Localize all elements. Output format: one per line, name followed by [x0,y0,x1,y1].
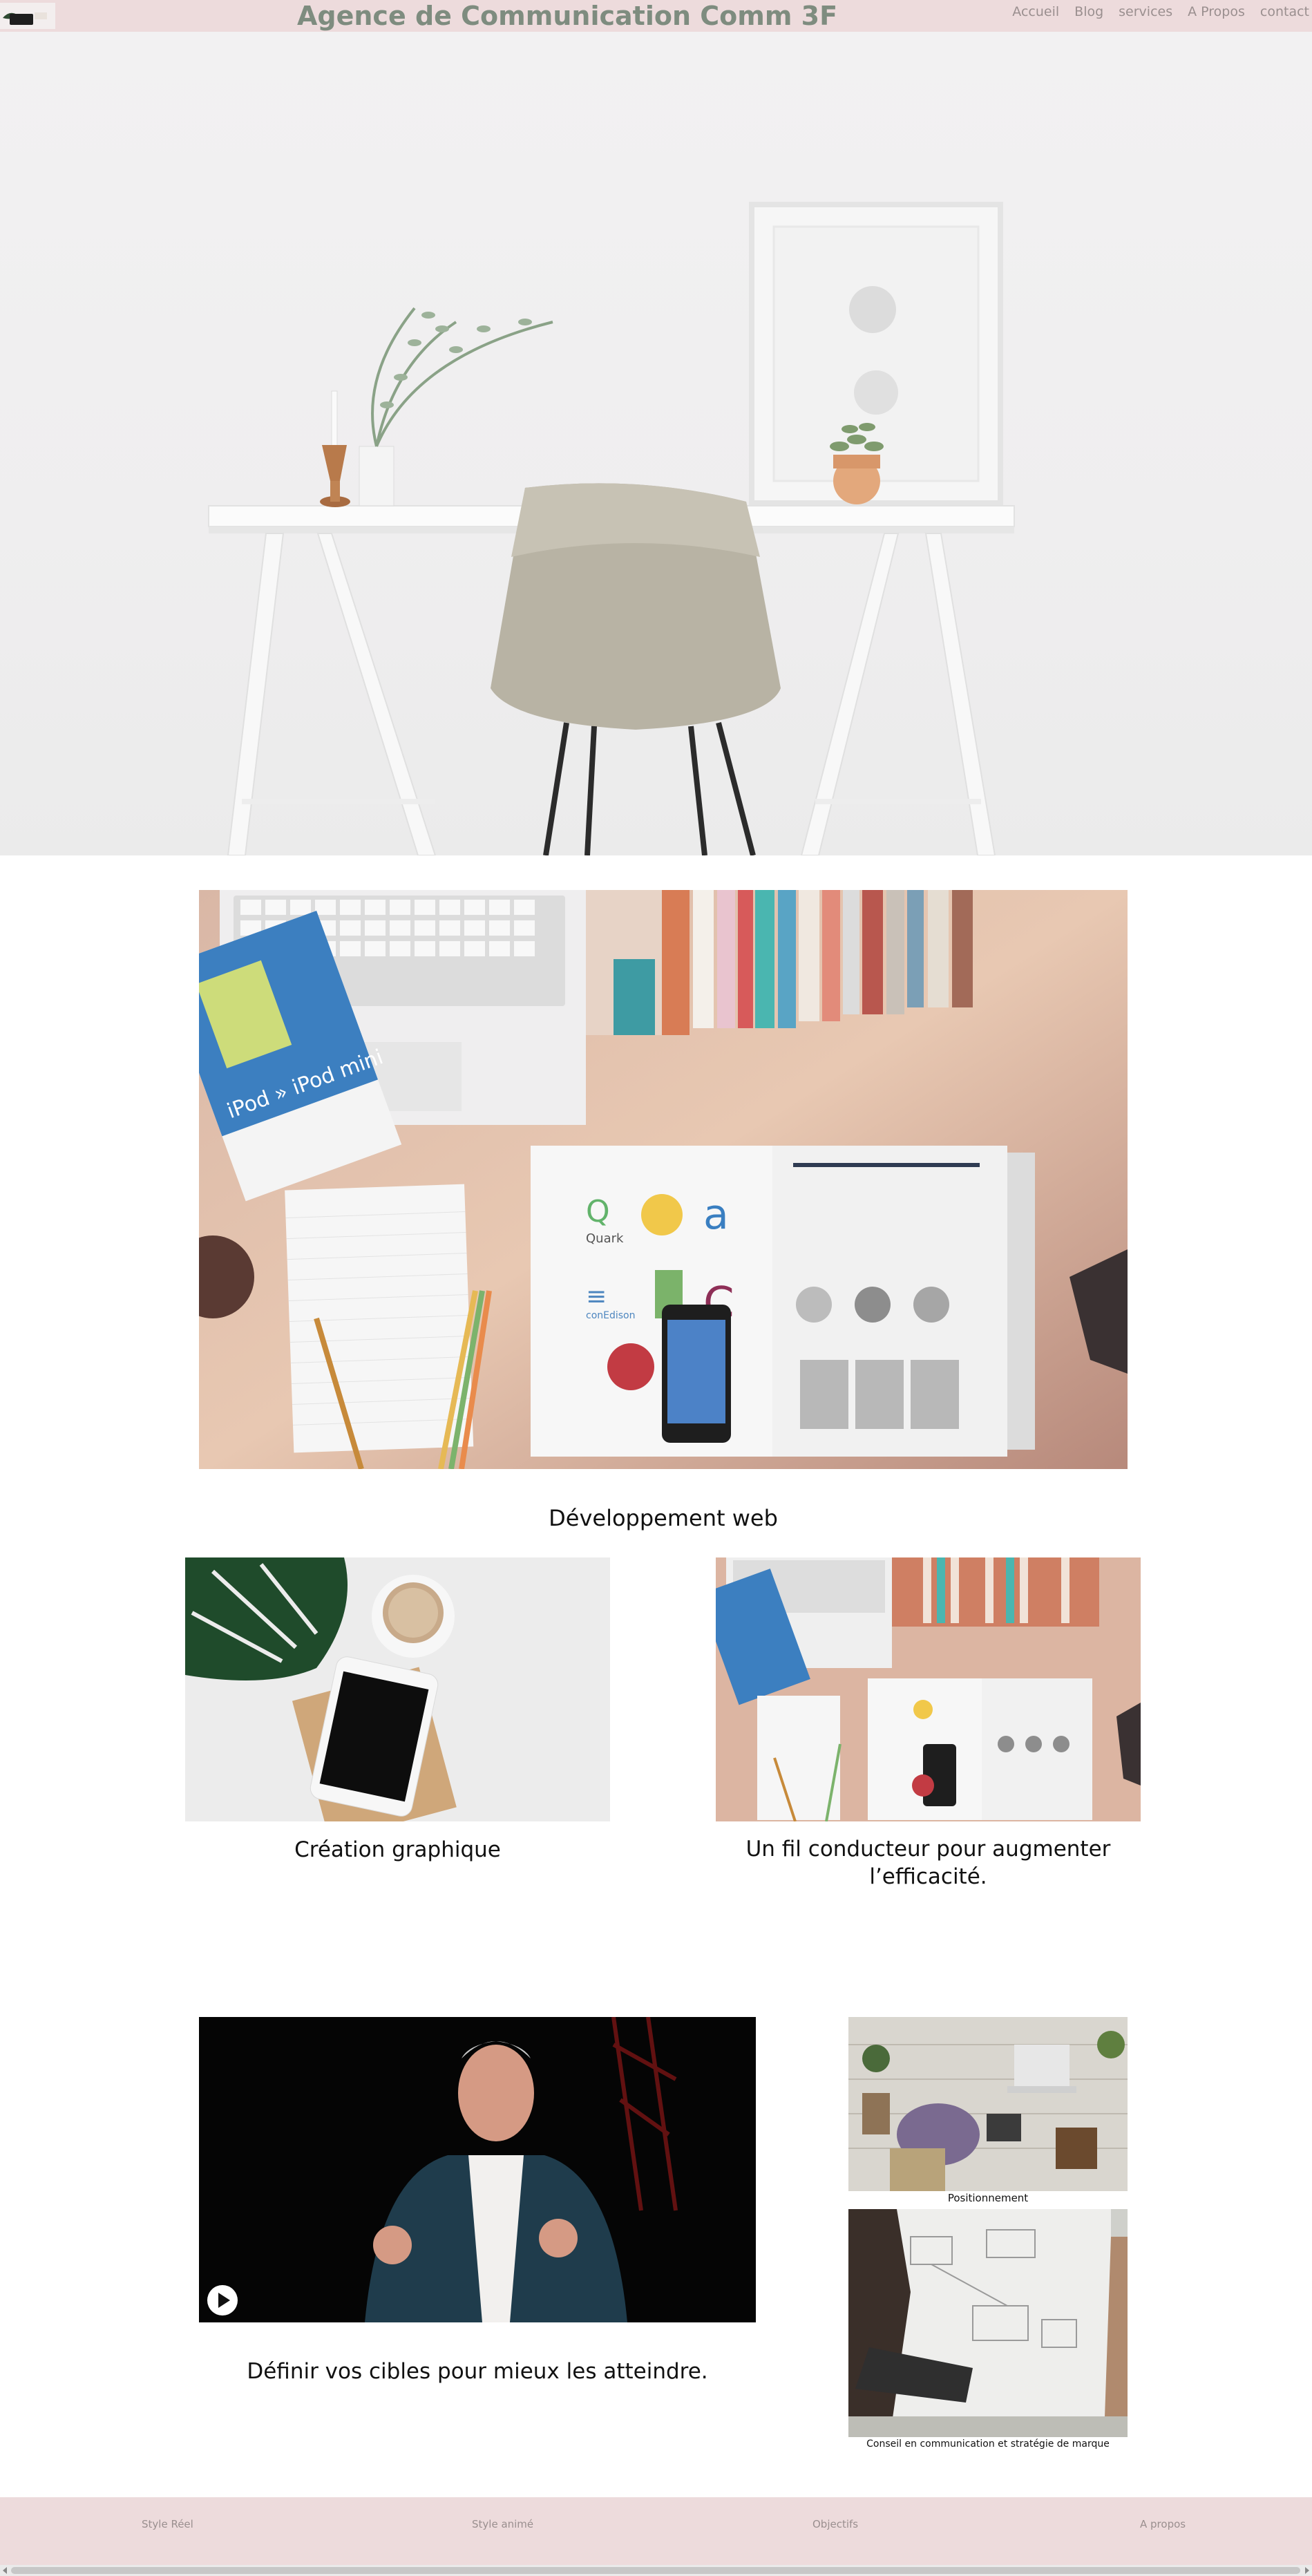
footer-objectifs[interactable]: Objectifs [812,2518,858,2530]
header: Agence de Communication Comm 3F Accueil … [0,0,1312,32]
svg-text:≡: ≡ [586,1282,607,1311]
svg-text:Quark: Quark [586,1231,624,1246]
footer-a-propos[interactable]: A propos [1140,2518,1186,2530]
footer-style-reel[interactable]: Style Réel [142,2518,193,2530]
main-nav: Accueil Blog services A Propos contact [1012,0,1309,23]
nav-services[interactable]: services [1119,4,1172,19]
conseil-caption: Conseil en communication et stratégie de… [866,2438,1110,2450]
nav-contact[interactable]: contact [1260,4,1309,19]
hero-image [0,32,1312,855]
dev-web-image: iPod » iPod mini Q Quark a ≡ conEdison C [199,890,1128,1469]
site-title: Agence de Communication Comm 3F [297,1,838,31]
creation-caption: Création graphique [294,1837,501,1862]
nav-a-propos[interactable]: A Propos [1188,4,1245,19]
fil-conducteur-caption: Un fil conducteur pour augmenter l’effic… [745,1837,1111,1889]
logo[interactable] [0,3,55,29]
dev-web-caption: Développement web [549,1505,778,1531]
nav-blog[interactable]: Blog [1074,4,1103,19]
nav-accueil[interactable]: Accueil [1012,4,1059,19]
footer-style-anime[interactable]: Style animé [472,2518,533,2530]
footer: Style Réel Style animé Objectifs A propo… [0,2497,1312,2566]
positionnement-image [848,2017,1128,2191]
video-image[interactable] [199,2017,756,2322]
scroll-left-icon[interactable] [3,2567,7,2574]
cibles-caption: Définir vos cibles pour mieux les attein… [247,2359,708,2384]
scroll-right-icon[interactable] [1305,2567,1309,2574]
svg-text:Q: Q [586,1194,610,1229]
creation-image [185,1557,610,1821]
scrollbar-thumb[interactable] [11,2567,1300,2574]
svg-text:a: a [703,1191,729,1239]
svg-text:conEdison: conEdison [586,1310,636,1321]
page: Agence de Communication Comm 3F Accueil … [0,0,1312,2576]
horizontal-scrollbar[interactable] [0,2565,1312,2576]
conseil-image [848,2209,1128,2437]
play-button-icon [207,2285,238,2315]
fil-conducteur-image [716,1557,1141,1821]
positionnement-caption: Positionnement [947,2192,1029,2204]
